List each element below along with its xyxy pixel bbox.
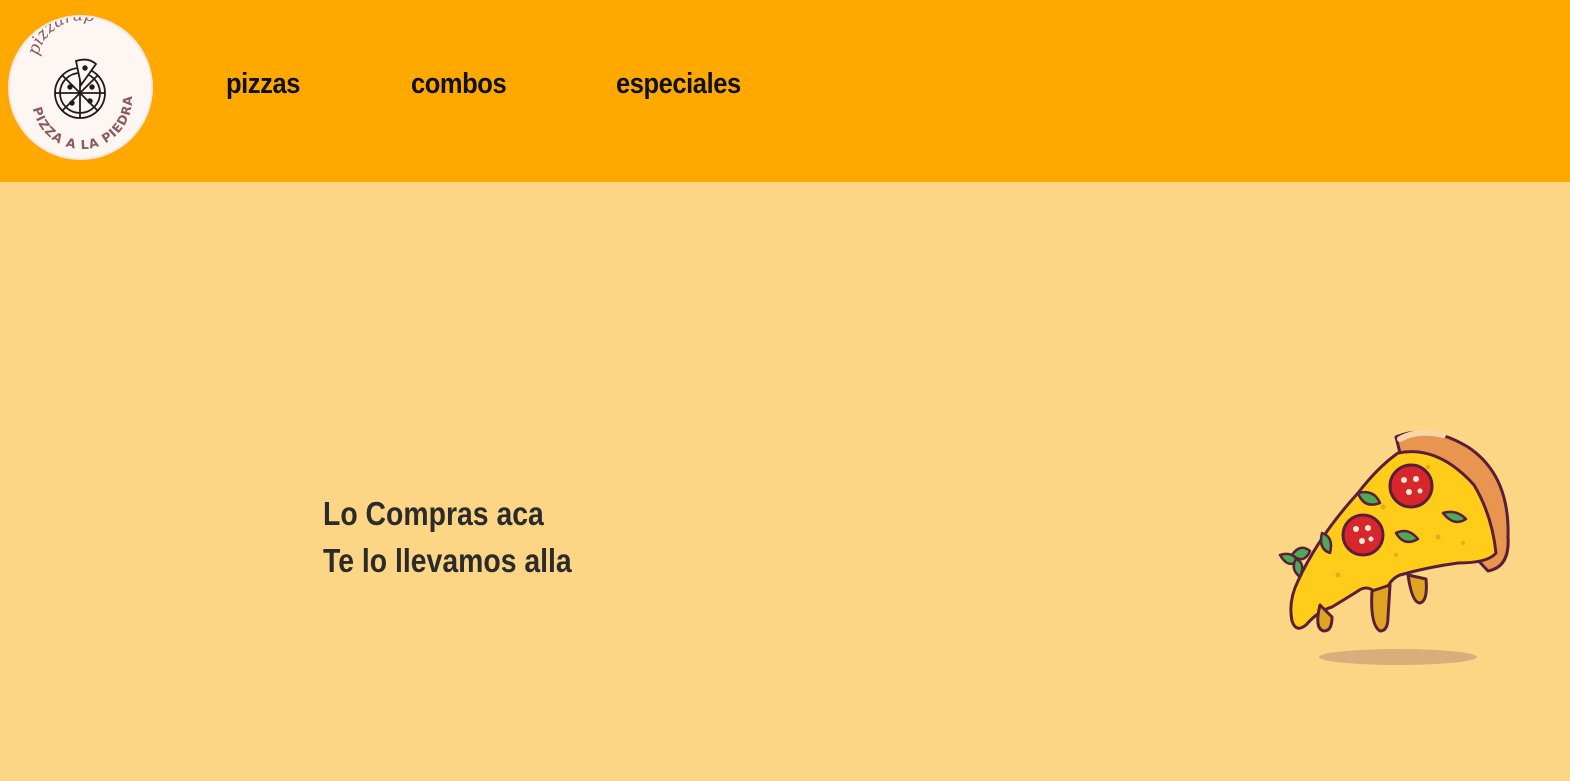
hero-line-2: Te lo llevamos alla [323,542,572,579]
svg-text:pizzarap: pizzarap [24,17,97,58]
logo-tagline: PIZZA A LA PIEDRA [30,95,134,152]
pizza-icon [54,58,106,119]
logo-brand-text: pizzarap [24,17,97,58]
pizza-slice-illustration [1278,425,1514,670]
nav-link-combos[interactable]: combos [411,68,507,101]
hero-text: Lo Compras aca Te lo llevamos alla [323,490,572,584]
nav-link-pizzas[interactable]: pizzas [226,68,300,101]
logo[interactable]: pizzarap PIZZA A LA PIEDRA [10,17,151,158]
logo-graphic: pizzarap PIZZA A LA PIEDRA [24,17,135,152]
svg-text:PIZZA A LA PIEDRA: PIZZA A LA PIEDRA [30,95,135,152]
hero-line-1: Lo Compras aca [323,495,544,532]
site-header: pizzarap PIZZA A LA PIEDRA [0,0,1570,182]
nav-link-especiales[interactable]: especiales [616,68,741,101]
page: pizzarap PIZZA A LA PIEDRA [0,0,1570,781]
